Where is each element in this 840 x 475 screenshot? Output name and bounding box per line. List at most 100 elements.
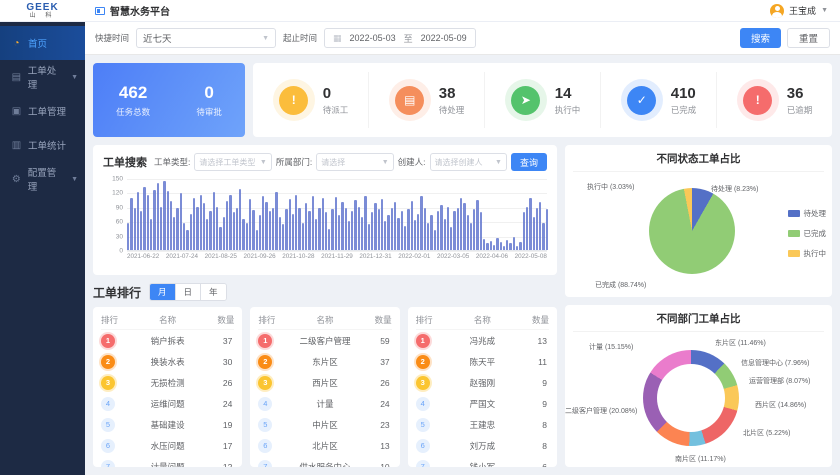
date-range-picker[interactable]: ▦ 2022-05-03 至 2022-05-09 (324, 28, 476, 48)
filter-select-1[interactable]: 请选择▼ (316, 153, 393, 171)
table-row: 6刘万成8 (416, 435, 549, 456)
bar (216, 207, 218, 250)
table-row: 4运维问题24 (101, 393, 234, 414)
rank-badge: 6 (258, 439, 272, 453)
name-cell: 东片区 (288, 356, 361, 368)
y-tick-label: 150 (112, 176, 123, 183)
bar (354, 200, 356, 250)
kpi-value: 462 (116, 83, 150, 103)
bar (490, 241, 492, 250)
sidebar-item-2[interactable]: ▣工单管理 (0, 94, 85, 128)
rank-table-1: 排行名称数量1二级客户管理592东片区373西片区264计量245中片区236北… (250, 307, 399, 467)
bar (437, 211, 439, 250)
filter-placeholder: 请选择创建人 (435, 157, 483, 168)
bar (338, 215, 340, 250)
bar (331, 209, 333, 250)
home-icon: ◔ (11, 38, 22, 49)
stat-已逾期: !36已逾期 (716, 72, 832, 128)
count-cell: 23 (362, 420, 392, 430)
rank-table-header: 排行名称数量 (101, 311, 234, 330)
bar (137, 192, 139, 250)
rank-cell: 5 (101, 418, 131, 432)
column-header: 名称 (288, 314, 361, 326)
bar (328, 229, 330, 250)
count-cell: 9 (519, 378, 549, 388)
name-cell: 陈天平 (446, 356, 519, 368)
bar (500, 242, 502, 250)
table-row: 1冯兆成13 (416, 330, 549, 351)
bar (345, 208, 347, 250)
bar (160, 207, 162, 250)
user-menu[interactable]: 王宝成 ▼ (770, 4, 840, 18)
rank-tab-年[interactable]: 年 (201, 284, 226, 300)
rank-tab-月[interactable]: 月 (150, 284, 176, 300)
bar (308, 211, 310, 250)
filterbar: 快捷时间 近七天 ▼ 起止时间 ▦ 2022-05-03 至 2022-05-0… (85, 22, 840, 55)
bar (450, 227, 452, 250)
count-cell: 26 (362, 378, 392, 388)
search-button[interactable]: 搜索 (740, 28, 781, 48)
bar (186, 230, 188, 250)
bar (200, 195, 202, 250)
x-tick-label: 2022-04-06 (476, 253, 508, 260)
name-cell: 北片区 (288, 440, 361, 452)
rank-cell: 1 (416, 334, 446, 348)
name-cell: 冯兆成 (446, 335, 519, 347)
bar (193, 198, 195, 250)
y-tick-label: 0 (119, 248, 123, 255)
bar (167, 191, 169, 250)
pie-slice-label: 二级客户管理 (20.08%) (565, 406, 637, 416)
bar (183, 223, 185, 250)
avatar[interactable] (770, 4, 784, 18)
rank-badge: 5 (101, 418, 115, 432)
bar (285, 209, 287, 250)
bar (516, 246, 518, 250)
filter-select-0[interactable]: 请选择工单类型▼ (194, 153, 271, 171)
rank-tab-日[interactable]: 日 (176, 284, 202, 300)
bar (239, 189, 241, 250)
calendar-icon: ▦ (333, 33, 342, 44)
bar (427, 223, 429, 250)
bar (348, 221, 350, 250)
filter-placeholder: 请选择 (321, 157, 345, 168)
x-tick-label: 2021-09-26 (243, 253, 275, 260)
column-header: 数量 (362, 314, 392, 326)
bar (203, 203, 205, 250)
rank-badge: 6 (101, 439, 115, 453)
bar (401, 211, 403, 250)
sidebar-item-3[interactable]: ▥工单统计 (0, 128, 85, 162)
sidebar-item-1[interactable]: ▤工单处理▼ (0, 60, 85, 94)
sidebar-item-0[interactable]: ◔首页 (0, 26, 85, 60)
status-pie-title: 不同状态工单占比 (573, 145, 824, 172)
bar (493, 245, 495, 250)
count-cell: 17 (204, 441, 234, 451)
sidebar-item-4[interactable]: ⚙配置管理▼ (0, 162, 85, 196)
rank-cell: 3 (258, 376, 288, 390)
bar (170, 201, 172, 250)
work-order-search-card: 工单搜索 工单类型:请选择工单类型▼所属部门:请选择▼创建人:请选择创建人▼查询… (93, 145, 557, 275)
bar (157, 183, 159, 250)
rank-cell: 1 (258, 334, 288, 348)
ranking-period-tabs: 月日年 (149, 283, 227, 301)
bar (180, 193, 182, 250)
stat-label: 待处理 (439, 104, 465, 116)
reset-button[interactable]: 重置 (787, 28, 830, 48)
y-tick-label: 30 (116, 233, 123, 240)
department-donut (643, 350, 739, 446)
query-button[interactable]: 查询 (511, 153, 547, 171)
table-row: 6北片区13 (258, 435, 391, 456)
count-cell: 24 (204, 399, 234, 409)
bar (265, 202, 267, 250)
check-icon: ✓ (621, 79, 663, 121)
filter-select-2[interactable]: 请选择创建人▼ (430, 153, 507, 171)
column-header: 名称 (131, 314, 204, 326)
date-start[interactable]: 2022-05-03 (350, 33, 396, 43)
date-end[interactable]: 2022-05-09 (421, 33, 467, 43)
stat-待派工: !0待派工 (253, 72, 368, 128)
quick-time-select[interactable]: 近七天 ▼ (136, 28, 276, 48)
rank-cell: 7 (258, 460, 288, 468)
bar (378, 209, 380, 250)
x-tick-label: 2021-10-28 (282, 253, 314, 260)
bar (529, 198, 531, 250)
bar (444, 219, 446, 250)
